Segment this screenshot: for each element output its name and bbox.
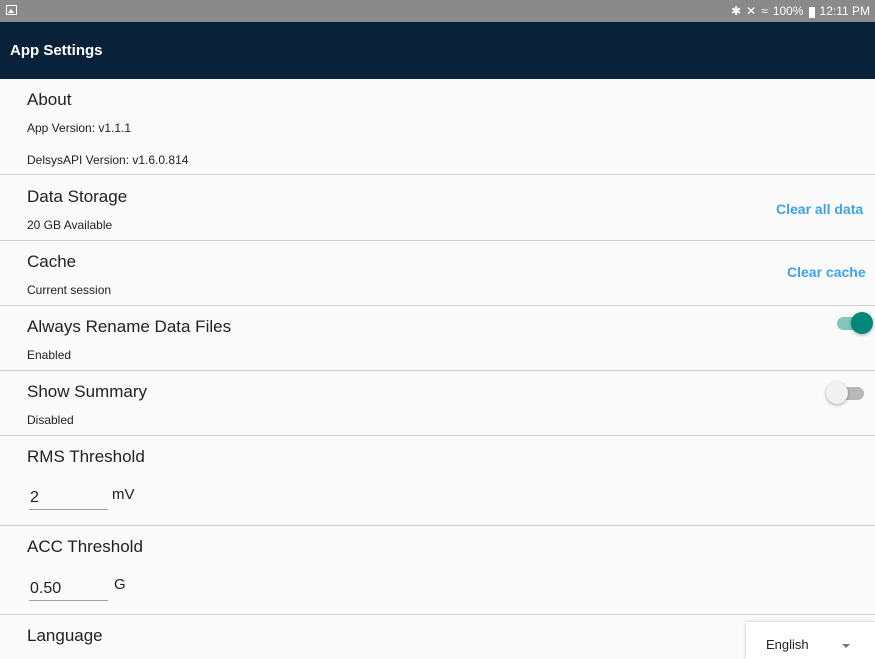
acc-unit: G [114, 576, 126, 593]
wifi-icon: ≈ [761, 4, 768, 18]
app-bar: App Settings [0, 22, 875, 79]
acc-title: ACC Threshold [27, 537, 143, 556]
rms-section: RMS Threshold 2 mV [0, 436, 875, 526]
clock: 12:11 PM [819, 4, 870, 18]
status-bar: ✱ ✕ ≈ 100% 12:11 PM [0, 0, 875, 22]
toggle-thumb [851, 312, 873, 334]
summary-title: Show Summary [27, 382, 147, 401]
about-title: About [27, 90, 72, 109]
acc-section: ACC Threshold 0.50 G [0, 526, 875, 615]
clear-cache-button[interactable]: Clear cache [787, 264, 866, 280]
clear-all-data-button[interactable]: Clear all data [776, 201, 863, 217]
rms-title: RMS Threshold [27, 447, 145, 466]
about-section: About App Version: v1.1.1 DelsysAPI Vers… [0, 79, 875, 175]
rename-title: Always Rename Data Files [27, 317, 232, 336]
api-version: DelsysAPI Version: v1.6.0.814 [27, 153, 189, 167]
summary-toggle[interactable] [826, 382, 866, 404]
cache-section: Cache Current session Clear cache [0, 241, 875, 306]
dropdown-arrow-icon [842, 644, 850, 648]
toggle-thumb [826, 382, 848, 404]
acc-threshold-input[interactable]: 0.50 [29, 577, 108, 601]
language-title: Language [27, 626, 103, 645]
rms-threshold-input[interactable]: 2 [29, 486, 108, 510]
language-selected-value: English [766, 637, 809, 652]
language-section: Language [0, 615, 875, 659]
battery-percent: 100% [772, 4, 804, 18]
rename-toggle[interactable] [833, 312, 873, 334]
summary-section: Show Summary Disabled [0, 371, 875, 436]
status-icons: ✱ ✕ ≈ 100% 12:11 PM [731, 3, 870, 19]
image-notification-icon [6, 5, 17, 15]
bluetooth-icon: ✱ [731, 4, 742, 18]
app-version: App Version: v1.1.1 [27, 121, 132, 135]
rename-subtitle: Enabled [27, 348, 72, 362]
data-storage-subtitle: 20 GB Available [27, 218, 113, 232]
page-title: App Settings [10, 42, 103, 59]
language-select[interactable]: English [746, 622, 875, 659]
mute-icon: ✕ [746, 4, 757, 18]
cache-subtitle: Current session [27, 283, 112, 297]
summary-subtitle: Disabled [27, 413, 74, 427]
rms-unit: mV [112, 486, 135, 503]
data-storage-section: Data Storage 20 GB Available Clear all d… [0, 175, 875, 241]
rename-section: Always Rename Data Files Enabled [0, 306, 875, 371]
data-storage-title: Data Storage [27, 187, 128, 206]
battery-icon [808, 6, 815, 18]
cache-title: Cache [27, 252, 77, 271]
